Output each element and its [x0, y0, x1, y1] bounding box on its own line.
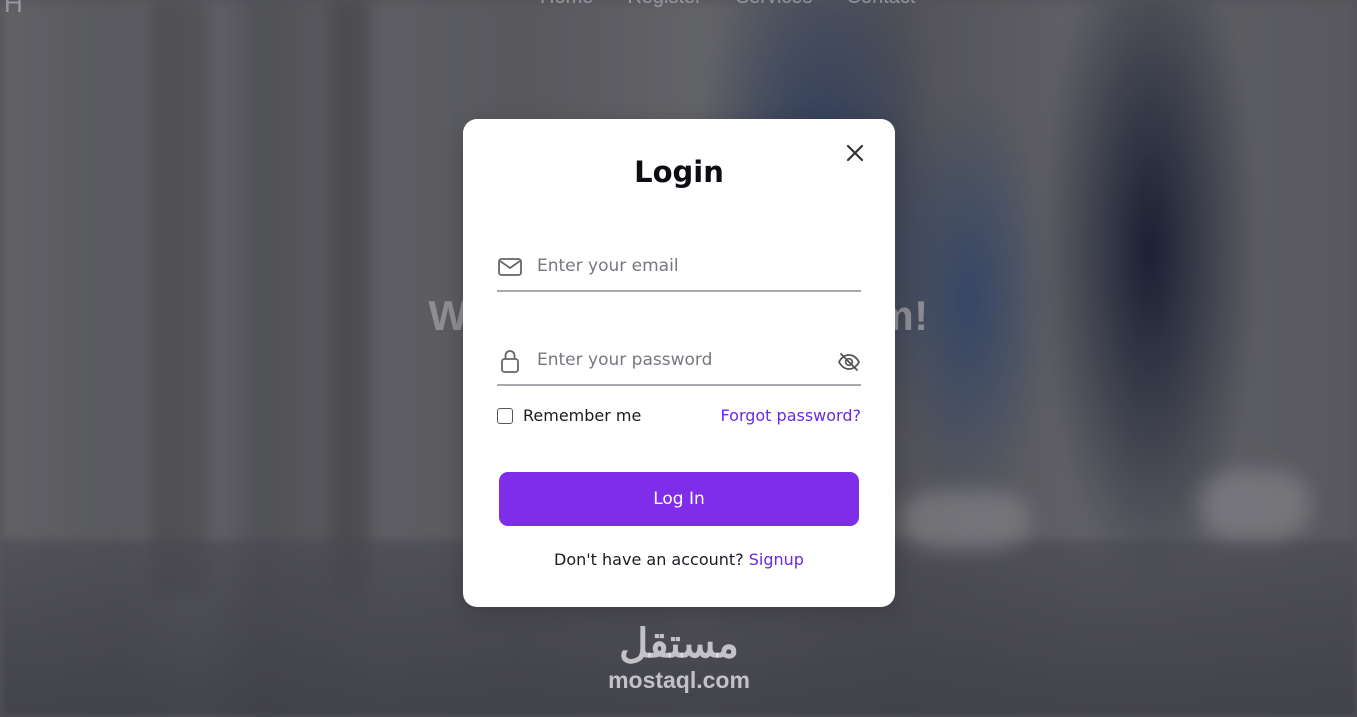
remember-me[interactable]: Remember me — [497, 406, 641, 425]
nav-item-register[interactable]: Register — [627, 0, 701, 9]
watermark-logo: مستقل — [619, 622, 739, 666]
top-nav: Home Register Services Contact — [540, 0, 915, 9]
nav-item-services[interactable]: Services — [736, 0, 813, 9]
remember-me-label[interactable]: Remember me — [523, 406, 641, 425]
watermark: مستقل mostaql.com — [596, 620, 762, 692]
forgot-password-link[interactable]: Forgot password? — [721, 406, 861, 425]
signup-prompt: Don't have an account? — [554, 550, 744, 569]
mail-icon — [497, 254, 523, 280]
page: H Home Register Services Contact Welcome… — [0, 0, 1357, 717]
eye-off-icon[interactable] — [837, 350, 861, 374]
lock-icon — [497, 348, 523, 374]
remember-me-checkbox[interactable] — [497, 407, 513, 424]
watermark-url: mostaql.com — [608, 667, 750, 693]
modal-title: Login — [634, 155, 724, 189]
password-input[interactable] — [537, 344, 827, 376]
password-field — [497, 338, 861, 386]
login-modal: Login Enter your email Remember me Forgo… — [463, 119, 895, 607]
login-button[interactable]: Log In — [499, 472, 859, 526]
signup-link[interactable]: Signup — [749, 550, 804, 569]
nav-item-contact[interactable]: Contact — [847, 0, 916, 9]
signup-row: Don't have an account? Signup — [463, 550, 895, 569]
site-logo[interactable]: H — [4, 0, 23, 19]
email-input[interactable] — [537, 250, 827, 282]
email-field — [497, 244, 861, 292]
nav-item-home[interactable]: Home — [540, 0, 593, 9]
